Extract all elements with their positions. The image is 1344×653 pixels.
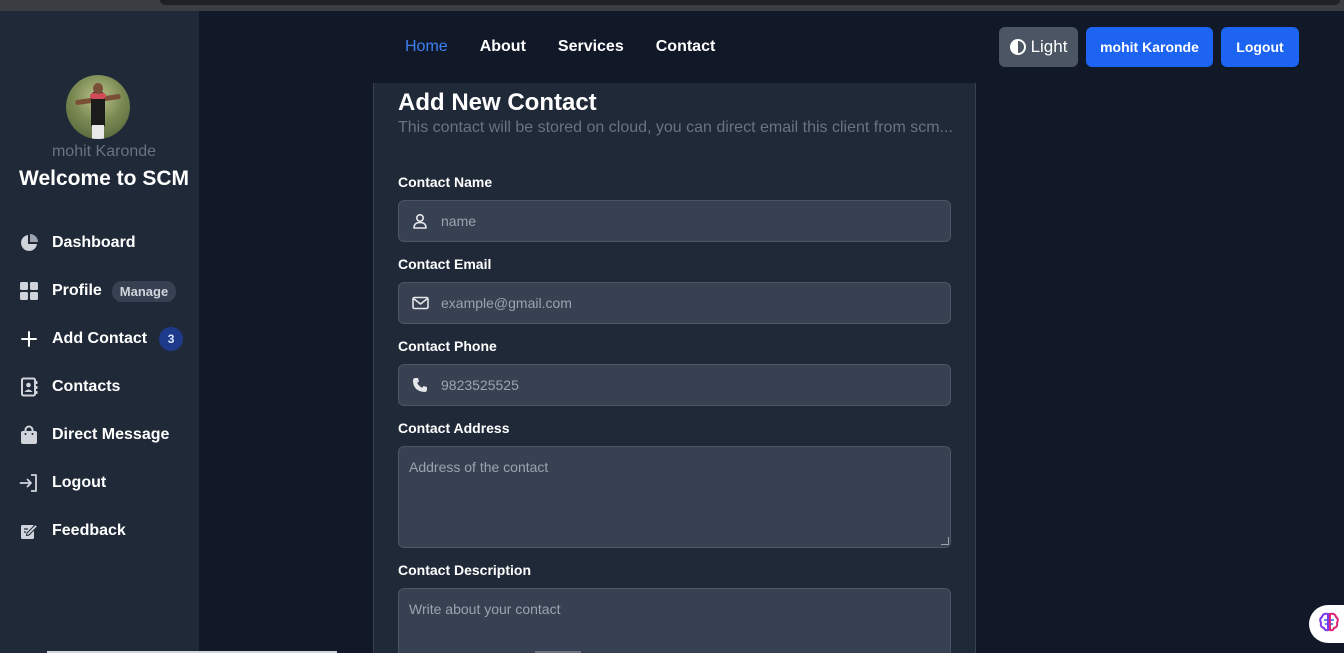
assistant-float-button[interactable] — [1309, 605, 1344, 643]
sidebar-item-label: Feedback — [52, 522, 126, 539]
sidebar-item-label: Dashboard — [52, 234, 136, 251]
manage-badge[interactable]: Manage — [111, 280, 177, 302]
sidebar-item-label: Direct Message — [52, 426, 170, 443]
contact-address-textarea[interactable] — [398, 446, 951, 548]
nav-links: Home About Services Contact — [405, 38, 715, 56]
shopping-bag-icon — [18, 424, 40, 446]
resize-handle[interactable] — [941, 537, 949, 545]
sidebar-item-add-contact[interactable]: Add Contact 3 — [18, 324, 184, 354]
pie-chart-icon — [18, 232, 40, 254]
brain-icon — [1318, 611, 1340, 638]
top-navbar: Home About Services Contact Light mohit … — [199, 11, 1344, 83]
phone-icon — [399, 377, 441, 393]
contact-address-label: Contact Address — [398, 420, 510, 436]
browser-tab-strip — [160, 0, 1340, 5]
contact-name-input[interactable] — [441, 213, 950, 229]
nav-link-contact[interactable]: Contact — [656, 38, 716, 56]
theme-toggle-button[interactable]: Light — [999, 27, 1078, 67]
sidebar-item-logout[interactable]: Logout — [18, 468, 106, 498]
contact-description-textarea[interactable] — [398, 588, 951, 653]
contact-phone-field[interactable] — [398, 364, 951, 406]
sidebar-item-feedback[interactable]: Feedback — [18, 516, 126, 546]
sidebar-item-profile[interactable]: Profile Manage — [18, 276, 177, 306]
logout-icon — [18, 472, 40, 494]
contact-email-label: Contact Email — [398, 256, 492, 272]
sidebar-item-label: Logout — [52, 474, 107, 491]
nav-link-home[interactable]: Home — [405, 38, 448, 56]
browser-top-strip — [0, 0, 1344, 11]
theme-toggle-label: Light — [1030, 37, 1068, 56]
sidebar: mohit Karonde Welcome to SCM Dashboard P… — [0, 11, 199, 653]
sidebar-item-dashboard[interactable]: Dashboard — [18, 228, 136, 258]
sidebar-item-direct-message[interactable]: Direct Message — [18, 420, 169, 450]
contact-description-label: Contact Description — [398, 562, 532, 578]
contact-name-label: Contact Name — [398, 174, 493, 190]
sidebar-item-contacts[interactable]: Contacts — [18, 372, 120, 402]
sidebar-item-label: Contacts — [52, 378, 121, 395]
contact-book-icon — [18, 376, 40, 398]
user-button[interactable]: mohit Karonde — [1086, 27, 1213, 67]
count-badge: 3 — [159, 327, 184, 351]
sidebar-item-label: Add Contact — [52, 330, 148, 347]
user-icon — [399, 213, 441, 229]
edit-icon — [18, 520, 40, 542]
nav-link-about[interactable]: About — [480, 38, 526, 56]
envelope-icon — [399, 296, 441, 310]
avatar[interactable] — [66, 75, 130, 139]
sidebar-username: mohit Karonde — [51, 143, 157, 160]
sidebar-item-label: Profile — [52, 282, 102, 299]
logout-button[interactable]: Logout — [1221, 27, 1299, 67]
contact-phone-input[interactable] — [441, 377, 950, 393]
add-contact-card: Add New Contact This contact will be sto… — [373, 83, 976, 653]
contact-email-input[interactable] — [441, 295, 950, 311]
plus-icon — [18, 328, 40, 350]
contact-name-field[interactable] — [398, 200, 951, 242]
nav-link-services[interactable]: Services — [558, 38, 624, 56]
sidebar-welcome: Welcome to SCM — [19, 167, 189, 190]
contrast-icon — [1009, 39, 1026, 55]
contact-phone-label: Contact Phone — [398, 338, 497, 354]
grid-icon — [18, 280, 40, 302]
page-title: Add New Contact — [398, 89, 597, 116]
contact-email-field[interactable] — [398, 282, 951, 324]
page-subtitle: This contact will be stored on cloud, yo… — [398, 119, 953, 136]
